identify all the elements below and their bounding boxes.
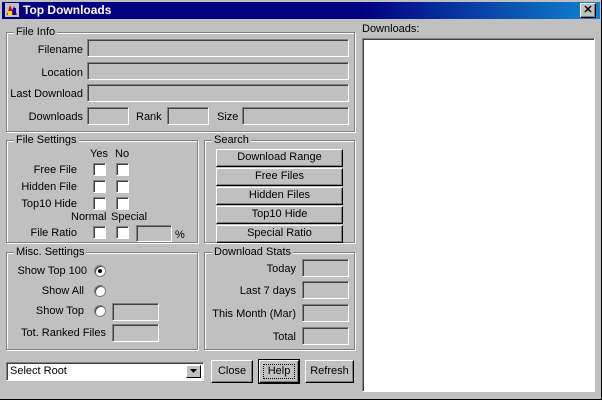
filename-label: Filename [37, 44, 83, 56]
top10-hide-button[interactable]: Top10 Hide [216, 206, 343, 224]
focus-rect [263, 364, 295, 379]
normal-column-label: Normal [71, 211, 107, 223]
free-file-no-checkbox[interactable] [116, 163, 129, 176]
special-ratio-button[interactable]: Special Ratio [216, 225, 343, 243]
last-7-days-field[interactable] [302, 281, 349, 299]
tot-ranked-files-field[interactable] [112, 324, 159, 342]
top10-hide-no-checkbox[interactable] [116, 197, 129, 210]
special-column-label: Special [111, 211, 148, 223]
show-all-label: Show All [41, 285, 84, 297]
refresh-button[interactable]: Refresh [305, 360, 354, 383]
title-bar[interactable]: Top Downloads ✕ [2, 2, 600, 19]
total-label: Total [272, 331, 296, 343]
hidden-file-no-checkbox[interactable] [116, 180, 129, 193]
hidden-file-yes-checkbox[interactable] [93, 180, 106, 193]
show-all-radio[interactable] [94, 285, 106, 297]
size-field[interactable] [242, 107, 349, 125]
free-files-button[interactable]: Free Files [216, 168, 343, 186]
rank-field[interactable] [167, 107, 209, 125]
today-label: Today [266, 263, 296, 275]
search-legend: Search [212, 133, 251, 147]
file-ratio-normal-checkbox[interactable] [93, 226, 106, 239]
help-button[interactable]: Help [258, 359, 300, 384]
download-range-button[interactable]: Download Range [216, 149, 343, 167]
top-downloads-window: Top Downloads ✕ File Info Filename Locat… [0, 0, 602, 400]
free-file-label: Free File [33, 164, 77, 176]
free-file-yes-checkbox[interactable] [93, 163, 106, 176]
total-field[interactable] [302, 327, 349, 345]
file-ratio-label: File Ratio [30, 227, 77, 239]
rank-label: Rank [136, 111, 162, 123]
app-icon [5, 3, 19, 17]
file-info-legend: File Info [14, 25, 58, 39]
downloads-panel-label: Downloads: [362, 23, 420, 35]
this-month-field[interactable] [302, 304, 349, 322]
yes-column-label: Yes [90, 148, 108, 160]
downloads-count-field[interactable] [87, 107, 129, 125]
show-top-100-label: Show Top 100 [17, 265, 87, 277]
ratio-percent-field[interactable] [136, 225, 172, 242]
close-window-button[interactable]: ✕ [580, 3, 596, 18]
download-stats-legend: Download Stats [212, 245, 294, 259]
last-download-label: Last Download [10, 88, 83, 100]
hidden-file-label: Hidden File [21, 181, 77, 193]
select-root-dropdown[interactable]: Select Root [6, 362, 204, 381]
dropdown-arrow-button[interactable] [186, 365, 201, 378]
hidden-files-button[interactable]: Hidden Files [216, 187, 343, 205]
this-month-label: This Month (Mar) [212, 308, 296, 320]
selected-dot [98, 269, 102, 273]
show-top-label: Show Top [35, 305, 84, 317]
chevron-down-icon [190, 369, 197, 373]
location-field[interactable] [87, 62, 349, 80]
file-ratio-special-checkbox[interactable] [116, 226, 129, 239]
file-settings-legend: File Settings [14, 133, 79, 147]
last-download-field[interactable] [87, 84, 349, 102]
no-column-label: No [115, 148, 130, 160]
close-icon: ✕ [583, 4, 593, 16]
close-button[interactable]: Close [211, 360, 253, 383]
location-label: Location [41, 67, 83, 79]
size-label: Size [217, 111, 239, 123]
filename-field[interactable] [87, 39, 349, 57]
show-top-count-field[interactable] [112, 303, 159, 321]
percent-sign: % [175, 229, 185, 241]
last-7-days-label: Last 7 days [239, 285, 296, 297]
misc-settings-legend: Misc. Settings [14, 245, 87, 259]
downloads-label: Downloads [28, 111, 83, 123]
today-field[interactable] [302, 259, 349, 277]
select-root-value: Select Root [10, 365, 67, 377]
top10-hide-yes-checkbox[interactable] [93, 197, 106, 210]
window-title: Top Downloads [23, 3, 112, 17]
show-top-100-radio[interactable] [94, 265, 106, 277]
downloads-list[interactable] [362, 38, 595, 392]
tot-ranked-files-label: Tot. Ranked Files [21, 327, 106, 339]
top10-hide-label: Top10 Hide [21, 198, 77, 210]
show-top-radio[interactable] [94, 305, 106, 317]
